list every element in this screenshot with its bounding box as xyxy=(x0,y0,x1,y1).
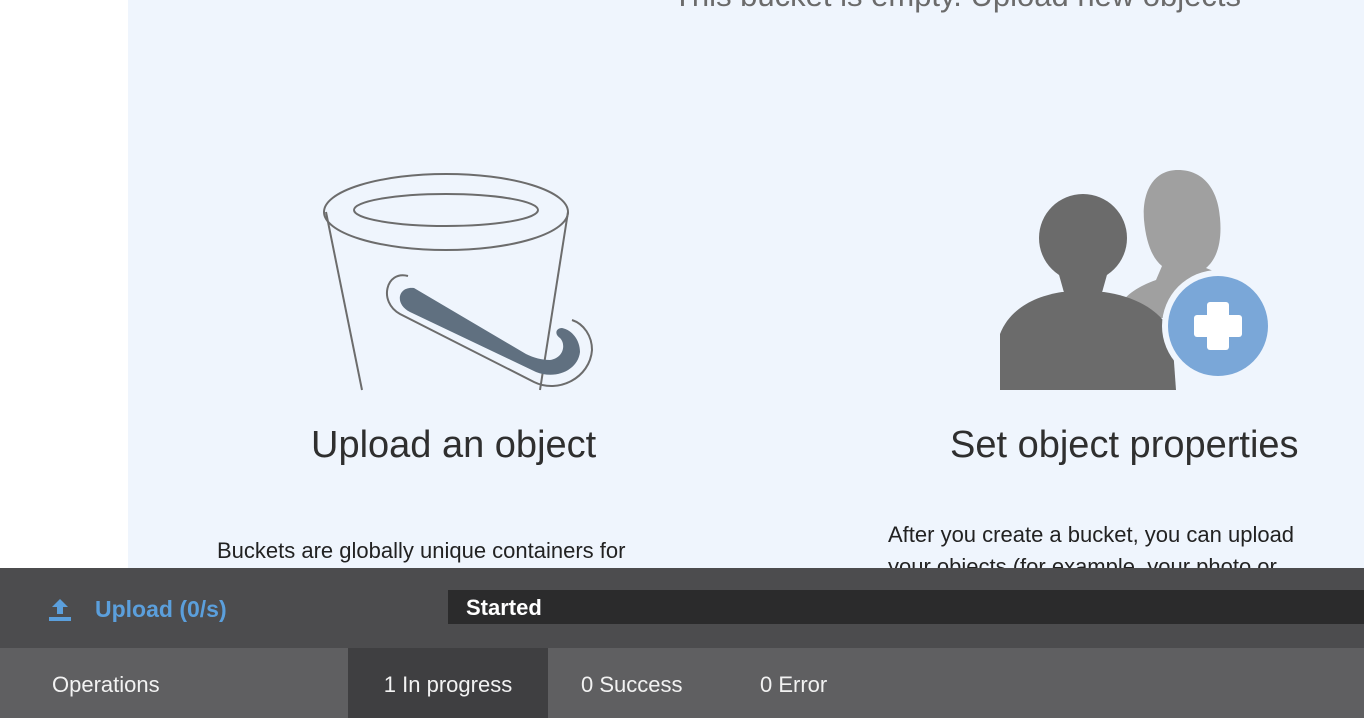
operations-tabs: Operations 1 In progress 0 Success 0 Err… xyxy=(0,648,1364,718)
upload-object-title[interactable]: Upload an object xyxy=(311,424,596,467)
empty-bucket-message: This bucket is empty. Upload new objects xyxy=(673,0,1241,14)
tab-in-progress[interactable]: 1 In progress xyxy=(348,648,548,718)
upload-status-label[interactable]: Upload (0/s) xyxy=(95,596,227,623)
upload-object-description: Buckets are globally unique containers f… xyxy=(217,538,626,563)
set-properties-description-line1: After you create a bucket, you can uploa… xyxy=(888,522,1295,547)
tab-error[interactable]: 0 Error xyxy=(760,648,827,718)
operations-panel: Upload (0/s) Started Operations 1 In pro… xyxy=(0,568,1364,718)
upload-row[interactable]: Upload (0/s) Started xyxy=(0,568,1364,648)
bucket-icon xyxy=(323,173,594,391)
upload-icon xyxy=(49,599,71,621)
tab-success[interactable]: 0 Success xyxy=(581,648,683,718)
upload-progress-bar: Started xyxy=(448,590,1364,624)
user-add-icon xyxy=(1000,170,1274,390)
page: This bucket is empty. Upload new objects… xyxy=(0,0,1364,718)
set-properties-title[interactable]: Set object properties xyxy=(950,424,1299,467)
tab-operations[interactable]: Operations xyxy=(52,648,160,718)
progress-status-label: Started xyxy=(466,595,542,620)
